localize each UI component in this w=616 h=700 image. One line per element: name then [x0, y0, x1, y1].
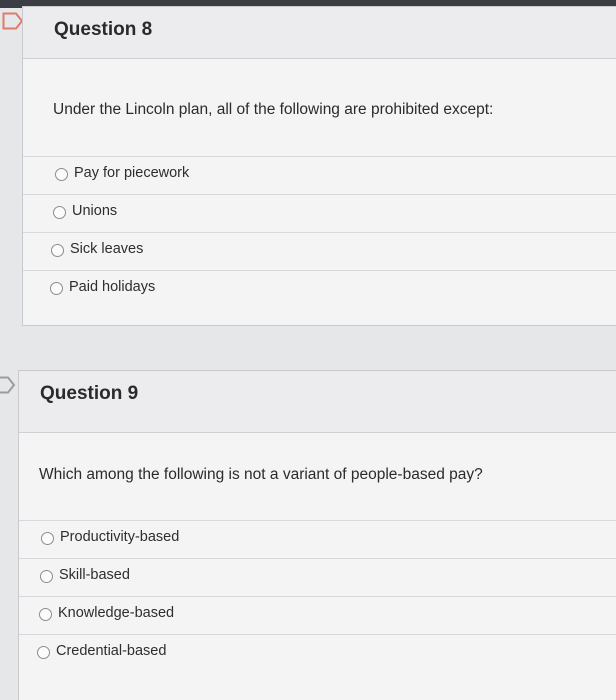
- radio-button-icon[interactable]: [50, 282, 63, 295]
- quiz-page: Question 8 Under the Lincoln plan, all o…: [0, 0, 616, 700]
- radio-button-icon[interactable]: [51, 244, 64, 257]
- question-9-option-2[interactable]: Skill-based: [19, 558, 616, 596]
- question-8-header: Question 8: [23, 7, 616, 59]
- option-label: Sick leaves: [70, 241, 144, 257]
- option-label: Pay for piecework: [74, 165, 190, 181]
- option-label: Credential-based: [56, 643, 167, 659]
- question-9-title: Question 9: [40, 383, 139, 404]
- radio-button-icon[interactable]: [53, 206, 66, 219]
- radio-button-icon[interactable]: [40, 570, 53, 583]
- option-label: Knowledge-based: [58, 605, 175, 621]
- question-8-option-3[interactable]: Sick leaves: [23, 232, 616, 270]
- question-9-header: Question 9: [19, 371, 616, 433]
- question-9-panel: Question 9 Which among the following is …: [18, 370, 616, 700]
- radio-button-icon[interactable]: [39, 608, 52, 621]
- question-8-option-4[interactable]: Paid holidays: [23, 270, 616, 308]
- question-8-panel: Question 8 Under the Lincoln plan, all o…: [22, 6, 616, 326]
- question-9-text: Which among the following is not a varia…: [39, 466, 483, 483]
- question-8-option-1[interactable]: Pay for piecework: [23, 156, 616, 194]
- question-9-option-3[interactable]: Knowledge-based: [19, 596, 616, 634]
- option-label: Skill-based: [59, 567, 130, 583]
- radio-button-icon[interactable]: [55, 168, 68, 181]
- radio-button-icon[interactable]: [37, 646, 50, 659]
- question-8-option-2[interactable]: Unions: [23, 194, 616, 232]
- option-label: Unions: [72, 203, 118, 219]
- flag-icon[interactable]: [0, 376, 16, 394]
- question-9-option-1[interactable]: Productivity-based: [19, 520, 616, 558]
- question-8-text: Under the Lincoln plan, all of the follo…: [53, 101, 494, 118]
- option-label: Productivity-based: [60, 529, 180, 545]
- option-label: Paid holidays: [69, 279, 156, 295]
- flag-icon[interactable]: [2, 12, 24, 30]
- question-9-option-4[interactable]: Credential-based: [19, 634, 616, 672]
- radio-button-icon[interactable]: [41, 532, 54, 545]
- question-8-title: Question 8: [54, 19, 153, 40]
